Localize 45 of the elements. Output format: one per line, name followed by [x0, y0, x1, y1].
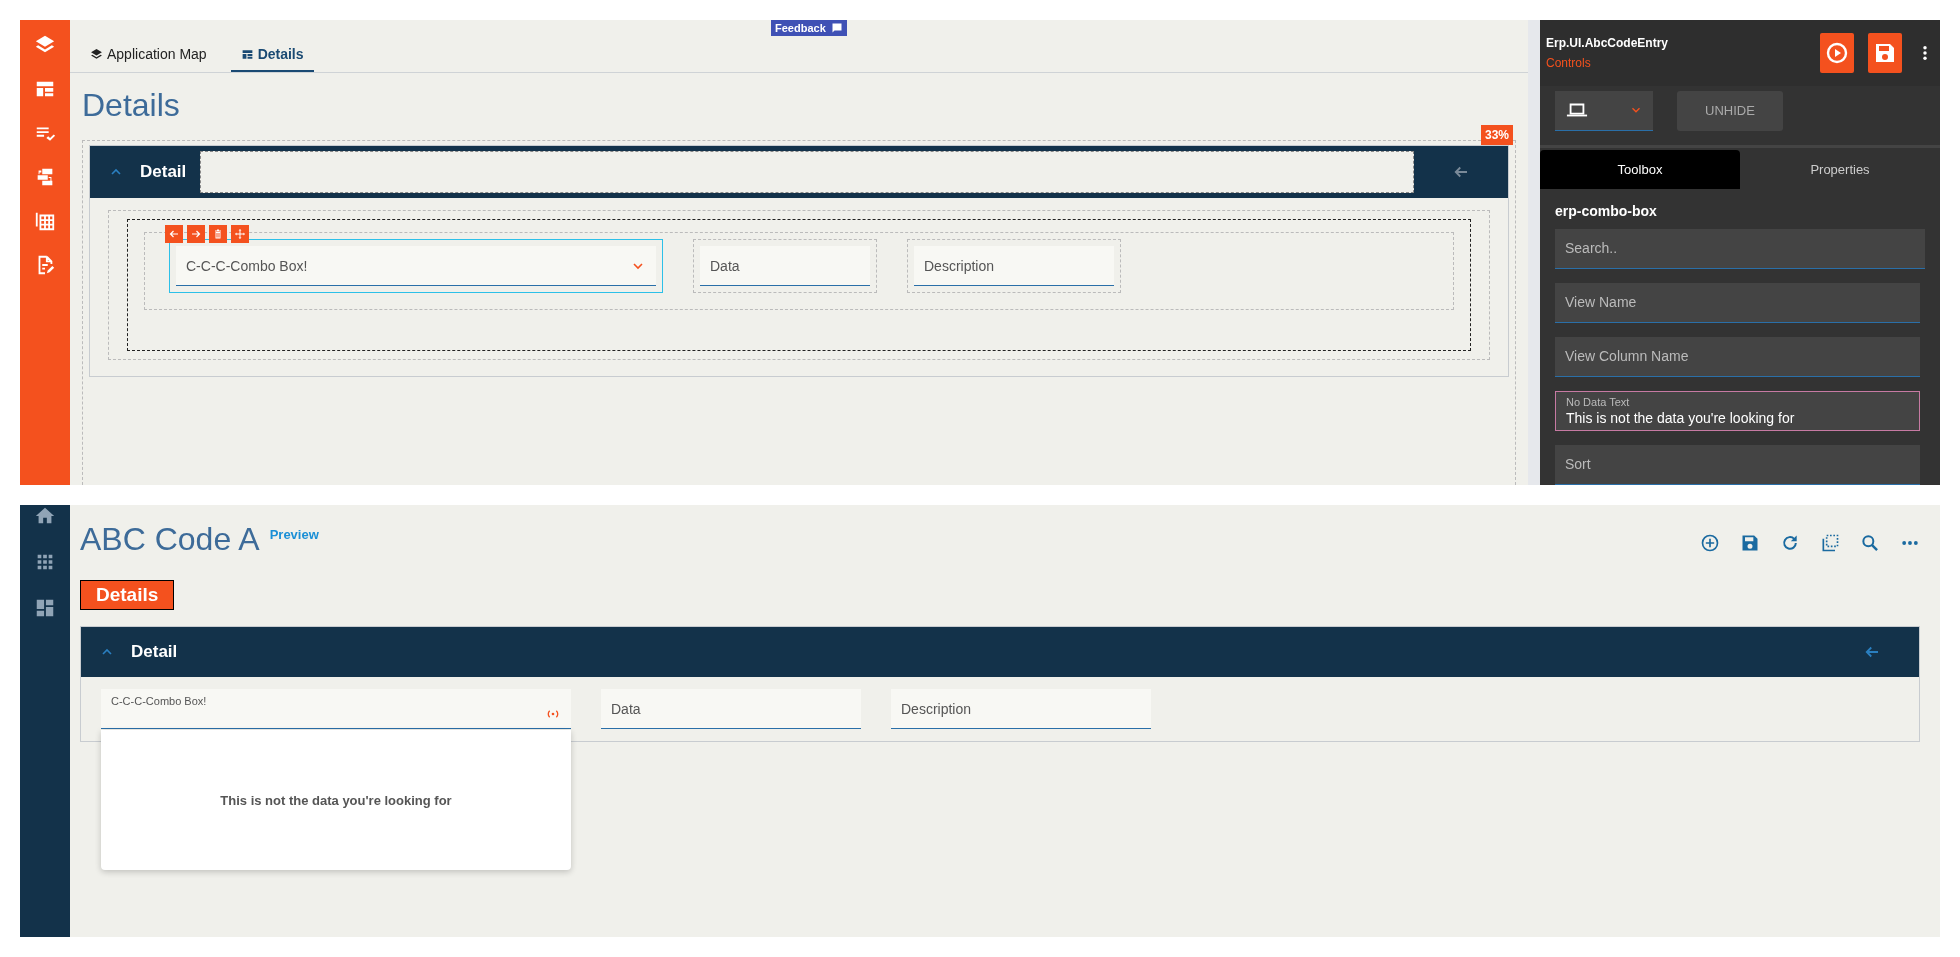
- search-field[interactable]: Search..: [1555, 229, 1925, 269]
- tab[interactable]: Properties: [1740, 150, 1940, 189]
- text-field[interactable]: Description: [891, 689, 1151, 729]
- panel-title: Detail: [140, 162, 187, 182]
- arrow-right-icon[interactable]: [187, 225, 205, 243]
- text-field[interactable]: Description: [914, 246, 1114, 286]
- property-field[interactable]: View Column Name: [1555, 337, 1920, 377]
- property-field[interactable]: View Name: [1555, 283, 1920, 323]
- app-name: Erp.UI.AbcCodeEntry: [1546, 36, 1669, 51]
- device-dropdown[interactable]: [1555, 90, 1653, 131]
- table-layout-icon: [240, 47, 254, 61]
- property-field[interactable]: No Data Text This is not the data you're looking for: [1555, 391, 1920, 431]
- play-icon[interactable]: [1820, 33, 1854, 74]
- field-wrapper[interactable]: C-C-C-Combo Box!: [169, 239, 663, 293]
- empty-message: This is not the data you're looking for: [220, 792, 452, 808]
- tab[interactable]: Details: [230, 46, 314, 72]
- refresh-icon[interactable]: [1780, 533, 1800, 553]
- search-icon[interactable]: [1860, 533, 1880, 553]
- component-name: erp-combo-box: [1555, 203, 1658, 219]
- field-wrapper[interactable]: Description: [907, 239, 1121, 293]
- move-icon[interactable]: [231, 225, 249, 243]
- page-title: Details: [82, 87, 181, 124]
- property-field[interactable]: Sort: [1555, 445, 1920, 485]
- tab[interactable]: Toolbox: [1540, 150, 1740, 189]
- grid-icon[interactable]: [34, 210, 56, 232]
- add-icon[interactable]: [1700, 533, 1720, 553]
- unhide-button[interactable]: UNHIDE: [1677, 90, 1783, 131]
- save-icon[interactable]: [1868, 33, 1902, 74]
- combo-box[interactable]: C-C-C-Combo Box!: [101, 689, 571, 729]
- app-subtitle: Controls: [1546, 56, 1592, 71]
- dashboard-icon[interactable]: [34, 597, 56, 619]
- combo-box[interactable]: C-C-C-Combo Box!: [176, 246, 656, 286]
- text-field[interactable]: Data: [601, 689, 861, 729]
- progress-badge: 33%: [1480, 125, 1513, 145]
- tab[interactable]: Application Map: [80, 46, 217, 72]
- field-wrapper[interactable]: Data: [693, 239, 877, 293]
- chat-icon: [830, 22, 843, 34]
- arrow-left-icon[interactable]: [165, 225, 183, 243]
- feedback-button[interactable]: Feedback: [771, 20, 847, 36]
- layers-icon: [90, 47, 103, 61]
- page-title: ABC Code A: [80, 521, 260, 558]
- panel-title: Detail: [131, 642, 178, 662]
- select-icon[interactable]: [1820, 533, 1840, 553]
- text-field[interactable]: Data: [700, 246, 870, 286]
- delete-icon[interactable]: [209, 225, 227, 243]
